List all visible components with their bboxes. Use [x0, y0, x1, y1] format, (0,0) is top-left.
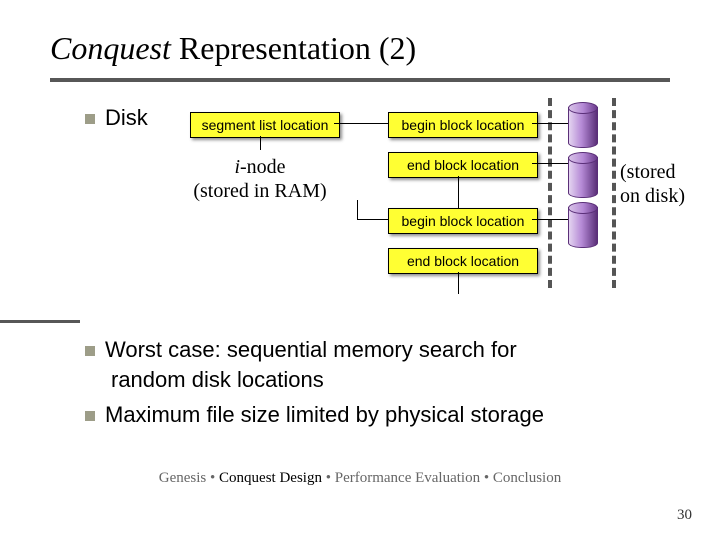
- box-begin-block-1: begin block location: [388, 112, 538, 138]
- inode-line2: (stored in RAM): [193, 180, 326, 202]
- page-number: 30: [677, 507, 692, 524]
- crumb-sep: •: [480, 470, 493, 486]
- conn-brace-v: [357, 200, 358, 220]
- disk-block-3: [568, 207, 596, 247]
- box-end-block-1: end block location: [388, 152, 538, 178]
- crumb-sep: •: [322, 470, 335, 486]
- box-begin-block-2-text: begin block location: [402, 213, 525, 229]
- title-italic: Conquest: [50, 30, 171, 66]
- stored-disk-l2: on disk): [620, 185, 685, 207]
- conn-seg-to-begin1: [334, 123, 388, 124]
- crumb-genesis: Genesis: [159, 470, 207, 486]
- bullet-max-fs: Maximum file size limited by physical st…: [85, 400, 685, 430]
- bullet-icon: [85, 346, 95, 356]
- bullet-worst-case: Worst case: sequential memory search for…: [85, 335, 685, 394]
- conn-end1-to-cyl2: [532, 163, 568, 164]
- lower-bullets: Worst case: sequential memory search for…: [85, 335, 685, 436]
- crumb-perf-eval: Performance Evaluation: [335, 470, 480, 486]
- breadcrumb: Genesis • Conquest Design • Performance …: [0, 470, 720, 487]
- inode-label: i-node (stored in RAM): [175, 155, 345, 203]
- title-rule: [50, 78, 670, 82]
- crumb-conclusion: Conclusion: [493, 470, 561, 486]
- dashed-line-left: [548, 98, 552, 288]
- bullet-icon: [85, 114, 95, 124]
- box-end-block-2: end block location: [388, 248, 538, 274]
- inode-rest: -node: [240, 156, 286, 178]
- conn-begin1-to-cyl1: [532, 123, 568, 124]
- bullet-disk-text: Disk: [105, 105, 148, 130]
- box-begin-block-2: begin block location: [388, 208, 538, 234]
- maxfs-text: Maximum file size limited by physical st…: [105, 402, 544, 427]
- crumb-conquest-design: Conquest Design: [219, 470, 322, 486]
- conn-begin2-to-cyl3: [532, 219, 568, 220]
- box-end-block-2-text: end block location: [407, 253, 519, 269]
- box-segment-list-text: segment list location: [202, 117, 329, 133]
- disk-block-2: [568, 157, 596, 197]
- box-begin-block-1-text: begin block location: [402, 117, 525, 133]
- slide: Conquest Representation (2) Disk segment…: [0, 0, 720, 540]
- conn-brace-h: [357, 219, 388, 220]
- bullet-icon: [85, 411, 95, 421]
- box-segment-list: segment list location: [190, 112, 340, 138]
- bullet-disk: Disk: [85, 105, 148, 131]
- crumb-sep: •: [206, 470, 219, 486]
- disk-block-1: [568, 107, 596, 147]
- stored-on-disk-label: (stored on disk): [620, 160, 710, 208]
- left-margin-bar: [0, 320, 80, 323]
- conn-seg-down: [260, 136, 261, 150]
- conn-list-link: [458, 176, 459, 208]
- worst-l2: random disk locations: [85, 365, 685, 395]
- title-rest: Representation (2): [171, 30, 416, 66]
- box-end-block-1-text: end block location: [407, 157, 519, 173]
- slide-title: Conquest Representation (2): [50, 30, 416, 67]
- worst-l1: Worst case: sequential memory search for: [105, 337, 517, 362]
- conn-end2-down: [458, 272, 459, 294]
- dashed-line-right: [612, 98, 616, 288]
- stored-disk-l1: (stored: [620, 161, 676, 183]
